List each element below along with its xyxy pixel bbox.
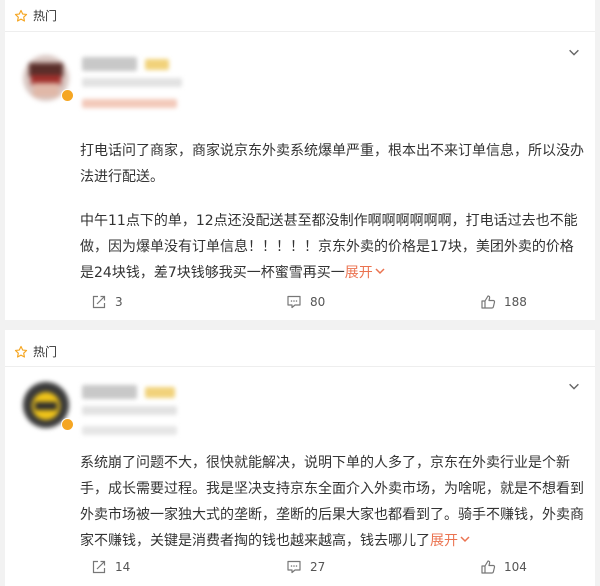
- comment-icon: [287, 560, 301, 574]
- chevron-down-icon: [460, 536, 470, 543]
- chevron-down-icon: [569, 49, 579, 56]
- like-button[interactable]: 104: [480, 559, 527, 575]
- repost-button[interactable]: 14: [91, 559, 130, 575]
- action-bar: 3 80 188: [5, 292, 595, 312]
- user-badge-blurred: [145, 59, 169, 70]
- post-content: 系统崩了问题不大，很快就能解决，说明下单的人多了，京东在外卖行业是个新手，成长需…: [80, 450, 585, 554]
- post-time-blurred: [82, 426, 177, 435]
- repost-icon: [92, 295, 106, 309]
- action-bar: 14 27 104: [5, 557, 595, 577]
- post-paragraph: 系统崩了问题不大，很快就能解决，说明下单的人多了，京东在外卖行业是个新手，成长需…: [80, 455, 584, 549]
- expand-link[interactable]: 展开: [430, 533, 470, 549]
- repost-count: 3: [115, 295, 123, 309]
- star-icon: [14, 345, 28, 358]
- chevron-down-icon: [375, 268, 385, 275]
- post-paragraph: 打电话问了商家，商家说京东外卖系统爆单严重，根本出不来订单信息，所以没办法进行配…: [80, 143, 584, 185]
- username-blurred[interactable]: [82, 57, 137, 71]
- user-badge-blurred: [145, 387, 175, 398]
- repost-count: 14: [115, 560, 131, 574]
- star-icon: [14, 9, 28, 22]
- expand-label: 展开: [344, 265, 373, 281]
- repost-button[interactable]: 3: [91, 294, 123, 310]
- post-menu-button[interactable]: [567, 44, 581, 58]
- verified-badge: [61, 89, 74, 102]
- post-paragraph: 中午11点下的单，12点还没配送甚至都没制作啊啊啊啊啊啊，打电话过去也不能做，因…: [80, 213, 578, 281]
- like-count: 188: [504, 295, 527, 309]
- chevron-down-icon: [569, 383, 579, 390]
- comment-icon: [287, 295, 301, 309]
- username-blurred[interactable]: [82, 385, 137, 399]
- post-time-blurred: [82, 99, 177, 108]
- post-card: 热门 系统崩了问题不大，很快就能解决，说明下单的人多了，京东在外卖行业是个新手，…: [5, 330, 595, 586]
- post-card: 热门 打电话问了商家，商家说京东外卖系统爆单严重，根本出不来订单信息，所以没办法…: [5, 0, 595, 320]
- like-count: 104: [504, 560, 527, 574]
- comment-button[interactable]: 27: [286, 559, 325, 575]
- expand-label: 展开: [430, 533, 458, 549]
- verified-badge: [61, 418, 74, 431]
- hot-tag: 热门: [14, 7, 57, 24]
- post-meta-blurred: [82, 406, 177, 415]
- expand-link[interactable]: 展开: [345, 265, 385, 281]
- like-icon: [481, 295, 496, 309]
- hot-label: 热门: [33, 9, 58, 23]
- comment-count: 27: [310, 560, 326, 574]
- hot-label: 热门: [33, 345, 58, 359]
- like-button[interactable]: 188: [480, 294, 527, 310]
- divider: [5, 31, 595, 32]
- post-meta-blurred: [82, 78, 182, 87]
- post-menu-button[interactable]: [567, 378, 581, 392]
- comment-count: 80: [310, 295, 326, 309]
- repost-icon: [92, 560, 106, 574]
- like-icon: [481, 560, 496, 574]
- comment-button[interactable]: 80: [286, 294, 325, 310]
- hot-tag: 热门: [14, 343, 57, 360]
- divider: [5, 366, 595, 367]
- post-content: 打电话问了商家，商家说京东外卖系统爆单严重，根本出不来订单信息，所以没办法进行配…: [80, 138, 585, 286]
